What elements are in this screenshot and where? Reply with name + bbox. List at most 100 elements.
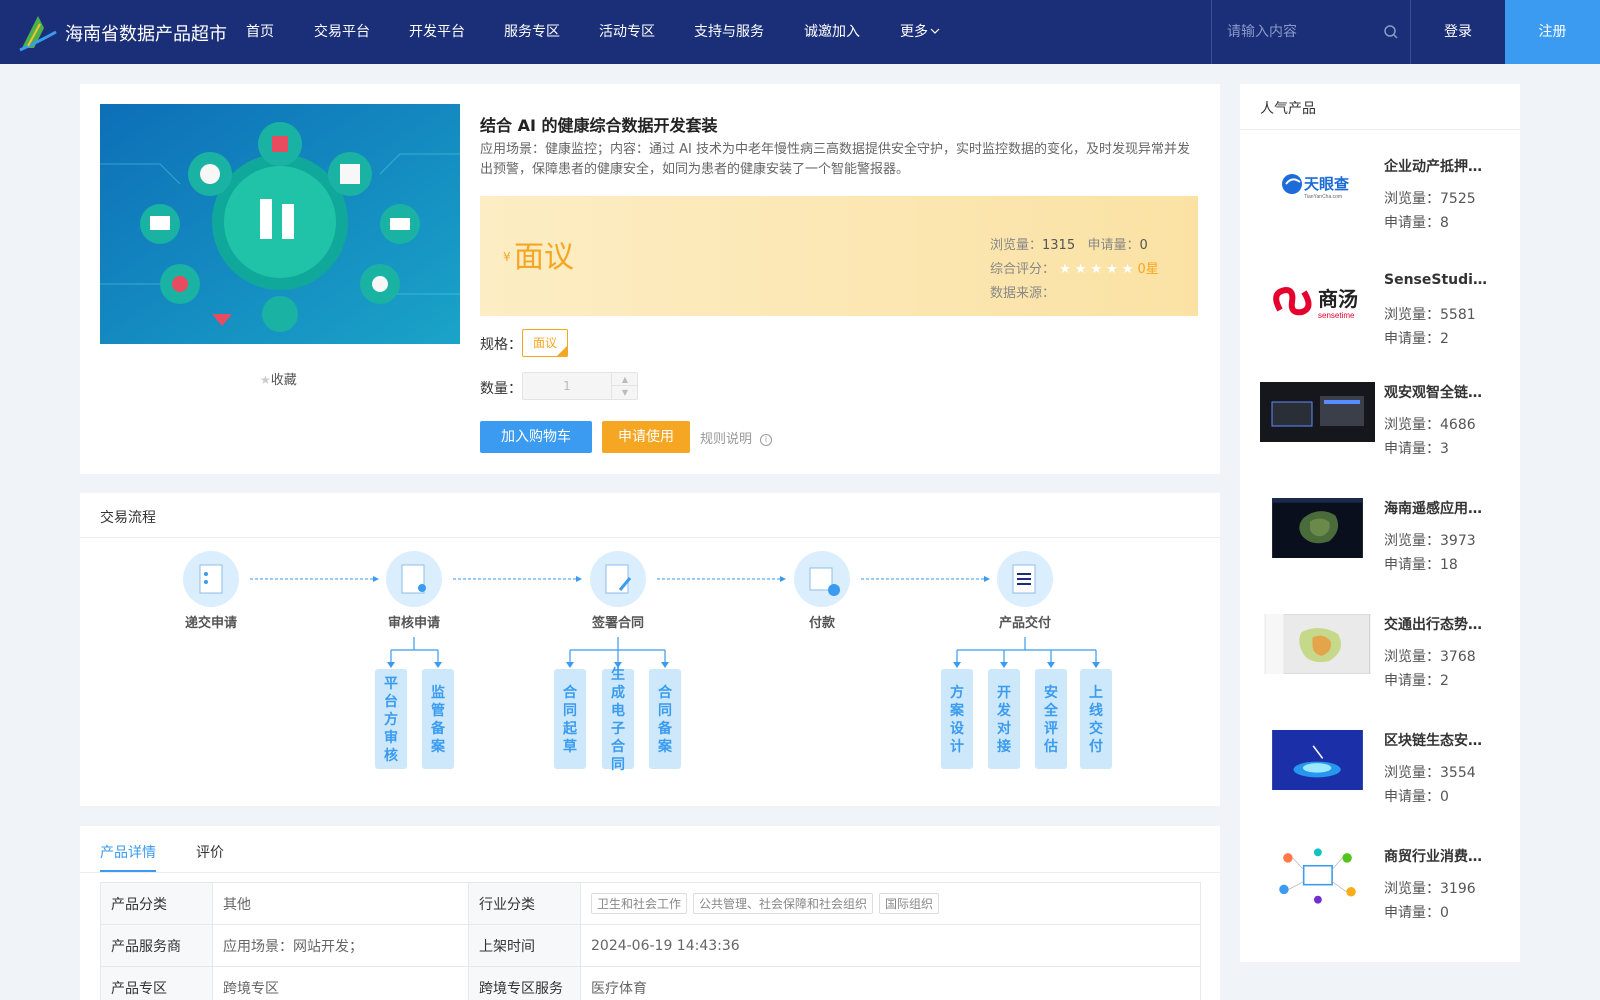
main-nav: 首页 交易平台 开发平台 服务专区 活动专区 支持与服务 诚邀加入 更多 [246, 0, 960, 64]
popular-item[interactable]: 商贸行业消费… 浏览量：3196 申请量：0 [1260, 846, 1500, 942]
nav-join[interactable]: 诚邀加入 [804, 0, 900, 64]
step-contract-icon [590, 551, 646, 607]
industry-tag: 国际组织 [879, 893, 940, 914]
sub-step-char: 备 [430, 720, 446, 736]
sub-step-char: 平 [384, 675, 398, 691]
popular-item-apps: 申请量：18 [1384, 557, 1458, 573]
popular-item[interactable]: 天眼查 TianYanCha.com 企业动产抵押… 浏览量：7525 申请量：… [1260, 156, 1500, 252]
nav-activity[interactable]: 活动专区 [599, 0, 694, 64]
popular-item[interactable]: 商汤 sensetime SenseStudio… 浏览量：5581 申请量：2 [1260, 272, 1500, 368]
sensetime-logo: 商汤 sensetime [1260, 272, 1375, 332]
nav-support[interactable]: 支持与服务 [694, 0, 804, 64]
nav-service[interactable]: 服务专区 [504, 0, 599, 64]
quantity-input[interactable] [523, 373, 611, 399]
spec-option[interactable]: 面议 [522, 329, 568, 357]
currency-symbol: ¥ [503, 250, 511, 264]
nav-more-label: 更多 [900, 24, 928, 40]
popular-item-apps: 申请量：3 [1384, 441, 1449, 457]
views-value: 1315 [1042, 238, 1076, 253]
search-input[interactable] [1227, 20, 1377, 44]
views-label: 浏览量： [990, 238, 1043, 253]
nav-more[interactable]: 更多 [900, 0, 960, 64]
table-value: 跨境专区 [212, 966, 469, 1000]
price-box: ¥ 面议 浏览量：1315 申请量：0 综合评分： ★★★★★0星 数据来源： [480, 196, 1198, 316]
popular-item-name: 交通出行态势… [1384, 617, 1482, 633]
rules-link[interactable]: 规则说明 i [700, 428, 773, 447]
sub-step-char: 监 [431, 684, 445, 700]
selected-corner-icon [557, 346, 567, 356]
rules-label: 规则说明 [700, 432, 753, 447]
industry-tag: 卫生和社会工作 [591, 893, 688, 914]
register-button[interactable]: 注册 [1505, 0, 1600, 64]
sub-step-char: 计 [950, 738, 964, 754]
search-icon[interactable] [1383, 24, 1399, 40]
trade-flow-panel: 交易流程 递交申请 审核申请 签署合同 付款 产品交付 平 台 方 审 核 监 … [80, 493, 1220, 806]
sub-step-char: 上 [1089, 684, 1103, 700]
popular-item[interactable]: 观安观智全链… 浏览量：4686 申请量：3 [1260, 382, 1500, 478]
sub-step-char: 管 [431, 702, 445, 718]
step-label: 产品交付 [999, 615, 1051, 630]
popular-item-views: 浏览量：3768 [1384, 649, 1476, 665]
popular-item[interactable]: 海南遥感应用… 浏览量：3973 申请量：18 [1260, 498, 1500, 594]
popular-item-apps: 申请量：0 [1384, 905, 1449, 921]
quantity-down-icon[interactable]: ▼ [611, 386, 638, 399]
table-key: 上架时间 [468, 924, 581, 967]
product-image [100, 104, 460, 344]
top-header: 海南省数据产品超市 首页 交易平台 开发平台 服务专区 活动专区 支持与服务 诚… [0, 0, 1600, 64]
step-label: 审核申请 [388, 615, 440, 630]
sub-step-char: 生 [611, 666, 625, 682]
quantity-up-icon[interactable]: ▲ [611, 373, 638, 386]
detail-table: 产品分类 其他 行业分类 卫生和社会工作 公共管理、社会保障和社会组织 国际组织 产… [100, 882, 1201, 1000]
popular-item[interactable]: 区块链生态安… 浏览量：3554 申请量：0 [1260, 730, 1500, 826]
sub-step-char: 接 [997, 738, 1011, 754]
quantity-label: 数量： [480, 381, 522, 397]
nav-dev[interactable]: 开发平台 [409, 0, 504, 64]
nav-home[interactable]: 首页 [246, 0, 314, 64]
sub-step-char: 合 [611, 738, 626, 754]
spec-label: 规格： [480, 337, 522, 353]
popular-item[interactable]: 交通出行态势… 浏览量：3768 申请量：2 [1260, 614, 1500, 710]
branch-arrow-heads [387, 662, 1100, 668]
table-value: 应用场景：网站开发； [212, 924, 469, 967]
popular-item-name: 商贸行业消费… [1384, 849, 1482, 865]
site-logo-icon[interactable] [18, 12, 58, 52]
sub-step-char: 方 [950, 684, 964, 700]
nav-trading[interactable]: 交易平台 [314, 0, 409, 64]
sub-step-char: 同 [563, 702, 577, 718]
sub-step-char: 付 [1089, 738, 1103, 754]
svg-text:TianYanCha.com: TianYanCha.com [1304, 194, 1342, 200]
product-detail-panel: 产品详情 评价 产品分类 其他 行业分类 卫生和社会工作 公共管理、社会保障和社会… [80, 826, 1220, 1000]
table-key: 产品专区 [100, 966, 213, 1000]
source-label: 数据来源： [990, 286, 1056, 301]
sub-step-char: 方 [384, 711, 398, 727]
popular-products-panel: 人气产品 天眼查 TianYanCha.com 企业动产抵押… 浏览量：7525… [1240, 84, 1520, 962]
step-deliver-icon [997, 551, 1053, 607]
quantity-stepper: ▲ ▼ [522, 372, 638, 400]
popular-item-name: 观安观智全链… [1384, 385, 1482, 401]
apply-use-button[interactable]: 申请使用 [602, 421, 690, 453]
sub-step-char: 交 [1089, 720, 1103, 736]
sub-step-char: 台 [384, 693, 398, 709]
rating-label: 综合评分： [990, 262, 1056, 277]
login-button[interactable]: 登录 [1411, 0, 1505, 64]
tab-product-details[interactable]: 产品详情 [100, 842, 156, 862]
product-thumbnail [1272, 730, 1363, 790]
collect-label: 收藏 [270, 373, 297, 388]
tab-reviews[interactable]: 评价 [196, 842, 224, 862]
industry-tags: 卫生和社会工作 公共管理、社会保障和社会组织 国际组织 [580, 882, 1201, 925]
popular-item-views: 浏览量：3554 [1384, 765, 1476, 781]
collect-button[interactable]: ★收藏 [260, 369, 297, 388]
sub-step-char: 电 [611, 702, 625, 718]
flow-title: 交易流程 [100, 510, 156, 526]
tab-divider [80, 872, 1220, 873]
popular-item-name: 海南遥感应用… [1384, 501, 1482, 517]
sub-step-char: 安 [1044, 684, 1058, 700]
add-to-cart-button[interactable]: 加入购物车 [480, 421, 592, 453]
step-label: 签署合同 [591, 615, 644, 630]
product-price: 面议 [514, 240, 574, 275]
step-review-icon [386, 551, 442, 607]
popular-item-views: 浏览量：7525 [1384, 191, 1476, 207]
sub-step-char: 备 [657, 720, 673, 736]
popular-item-apps: 申请量：2 [1384, 331, 1449, 347]
site-brand[interactable]: 海南省数据产品超市 [65, 20, 227, 46]
